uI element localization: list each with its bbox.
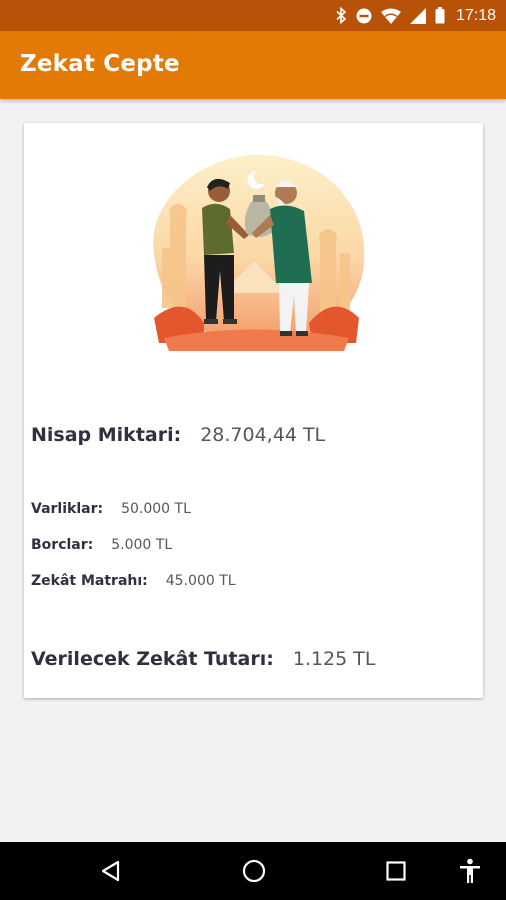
- nisap-row: Nisap Miktari: 28.704,44 TL: [31, 424, 325, 446]
- base-value: 45.000 TL: [165, 573, 236, 589]
- total-label: Verilecek Zekât Tutarı:: [31, 648, 274, 670]
- home-icon[interactable]: [239, 856, 269, 886]
- do-not-disturb-icon: [356, 8, 372, 24]
- zakat-giving-illustration: [153, 154, 365, 351]
- accessibility-icon[interactable]: [455, 856, 485, 886]
- nisap-label: Nisap Miktari:: [31, 424, 182, 446]
- assets-label: Varliklar:: [31, 501, 104, 517]
- back-icon[interactable]: [96, 856, 126, 886]
- total-row: Verilecek Zekât Tutarı: 1.125 TL: [31, 648, 375, 670]
- assets-value: 50.000 TL: [121, 501, 191, 517]
- debts-label: Borclar:: [31, 537, 94, 553]
- base-label: Zekât Matrahı:: [31, 573, 148, 589]
- wifi-icon: [380, 8, 401, 24]
- app-title: Zekat Cepte: [20, 51, 180, 77]
- total-value: 1.125 TL: [292, 648, 376, 670]
- zakat-result-card: Nisap Miktari: 28.704,44 TL Varliklar: 5…: [24, 123, 483, 698]
- bluetooth-icon: [335, 7, 347, 24]
- recents-icon[interactable]: [381, 856, 411, 886]
- battery-icon: [435, 7, 445, 24]
- debts-value: 5.000 TL: [111, 537, 173, 553]
- app-bar: Zekat Cepte: [0, 31, 506, 99]
- status-bar: 17:18: [0, 0, 506, 31]
- navigation-bar: [0, 842, 506, 900]
- status-icons: 17:18: [335, 0, 496, 31]
- base-row: Zekât Matrahı: 45.000 TL: [31, 573, 236, 589]
- debts-row: Borclar: 5.000 TL: [31, 537, 172, 553]
- status-time: 17:18: [455, 6, 496, 24]
- signal-icon: [409, 7, 426, 24]
- nisap-value: 28.704,44 TL: [200, 424, 326, 446]
- assets-row: Varliklar: 50.000 TL: [31, 501, 191, 517]
